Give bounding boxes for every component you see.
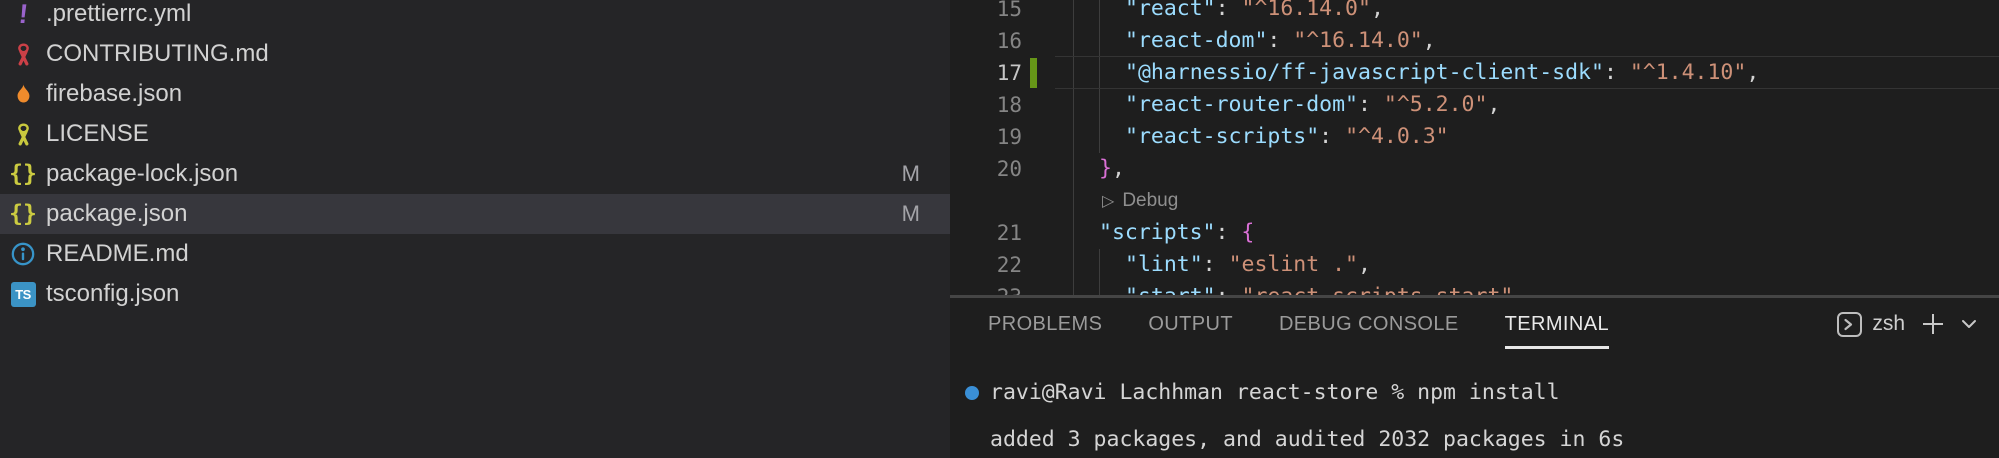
tab-terminal[interactable]: TERMINAL <box>1505 298 1609 350</box>
line-number: 22 <box>950 249 1022 281</box>
code-text: "start": "react-scripts start", <box>1125 281 1526 296</box>
codelens-debug-action[interactable]: ▷ Debug <box>1102 185 1999 217</box>
terminal-instance-zsh[interactable]: zsh <box>1836 311 1905 338</box>
new-terminal-button[interactable] <box>1919 310 1947 338</box>
braces-icon: {} <box>8 160 38 188</box>
line-number: 17 <box>950 57 1022 89</box>
tab-debug-console[interactable]: DEBUG CONSOLE <box>1279 298 1459 350</box>
code-line-21: 21 "scripts": { <box>950 217 1999 249</box>
ribbon-yellow-icon <box>8 120 38 148</box>
file-name: LICENSE <box>46 120 149 148</box>
terminal-panel[interactable]: PROBLEMS OUTPUT DEBUG CONSOLE TERMINAL zsh <box>950 298 1999 458</box>
panel-tab-bar: PROBLEMS OUTPUT DEBUG CONSOLE TERMINAL <box>988 298 1609 350</box>
file-row-package-lock-json[interactable]: {} package-lock.json M <box>0 154 950 194</box>
code-line-23: 23 "start": "react-scripts start", <box>950 281 1999 296</box>
tab-output[interactable]: OUTPUT <box>1148 298 1233 350</box>
file-explorer[interactable]: ! .prettierrc.yml CONTRIBUTING.md firebas… <box>0 0 950 458</box>
play-outline-icon: ▷ <box>1102 193 1114 210</box>
file-row-license[interactable]: LICENSE <box>0 114 950 154</box>
file-row-contributing-md[interactable]: CONTRIBUTING.md <box>0 34 950 74</box>
file-row-firebase-json[interactable]: firebase.json <box>0 74 950 114</box>
typescript-icon: TS <box>8 280 38 308</box>
prettier-icon: ! <box>8 0 38 28</box>
git-modified-badge: M <box>902 161 920 187</box>
code-line-17: 17 "@harnessio/ff-javascript-client-sdk":… <box>950 57 1999 89</box>
flame-icon <box>8 80 38 108</box>
line-number: 16 <box>950 25 1022 57</box>
code-text: "scripts": { <box>1099 217 1254 249</box>
line-number: 19 <box>950 121 1022 153</box>
code-text: "react-scripts": "^4.0.3" <box>1125 121 1449 153</box>
code-text: "@harnessio/ff-javascript-client-sdk": "… <box>1125 57 1759 89</box>
file-row-prettierrc-yml[interactable]: ! .prettierrc.yml <box>0 0 950 34</box>
code-line-18: 18 "react-router-dom": "^5.2.0", <box>950 89 1999 121</box>
code-text: "lint": "eslint .", <box>1125 249 1371 281</box>
file-row-readme-md[interactable]: README.md <box>0 234 950 274</box>
file-row-tsconfig-json[interactable]: TS tsconfig.json <box>0 274 950 314</box>
panel-actions: zsh <box>1836 298 1977 350</box>
command-decoration-dot[interactable] <box>965 386 979 400</box>
code-text: }, <box>1099 153 1125 185</box>
codelens-label: Debug <box>1122 190 1178 211</box>
file-name: README.md <box>46 240 189 268</box>
terminal-profile-dropdown[interactable] <box>1961 318 1977 330</box>
code-line-22: 22 "lint": "eslint .", <box>950 249 1999 281</box>
info-icon <box>8 240 38 268</box>
terminal-line: ravi@Ravi Lachhman react-store % npm ins… <box>990 377 1999 409</box>
code-line-20: 20}, <box>950 153 1999 185</box>
code-text: "react-dom": "^16.14.0", <box>1125 25 1436 57</box>
git-modified-badge: M <box>902 201 920 227</box>
file-name: package.json <box>46 200 187 228</box>
terminal-line: added 3 packages, and audited 2032 packa… <box>990 424 1999 456</box>
file-name: .prettierrc.yml <box>46 0 191 28</box>
line-number: 15 <box>950 0 1022 25</box>
line-number: 23 <box>950 281 1022 296</box>
code-editor[interactable]: 15 "react": "^16.14.0", 16 "react-dom": "^1… <box>950 0 1999 296</box>
file-row-package-json[interactable]: {} package.json M <box>0 194 950 234</box>
vscode-window: ! .prettierrc.yml CONTRIBUTING.md firebas… <box>0 0 1999 458</box>
code-line-16: 16 "react-dom": "^16.14.0", <box>950 25 1999 57</box>
terminal-shell-icon <box>1836 311 1863 338</box>
shell-label: zsh <box>1872 312 1905 336</box>
file-name: CONTRIBUTING.md <box>46 40 269 68</box>
code-text: "react-router-dom": "^5.2.0", <box>1125 89 1500 121</box>
braces-icon: {} <box>8 200 38 228</box>
line-number: 18 <box>950 89 1022 121</box>
code-line-19: 19 "react-scripts": "^4.0.3" <box>950 121 1999 153</box>
line-number: 20 <box>950 153 1022 185</box>
file-name: firebase.json <box>46 80 182 108</box>
tab-problems[interactable]: PROBLEMS <box>988 298 1102 350</box>
code-line-15: 15 "react": "^16.14.0", <box>950 0 1999 25</box>
line-number: 21 <box>950 217 1022 249</box>
file-name: tsconfig.json <box>46 280 179 308</box>
ribbon-red-icon <box>8 40 38 68</box>
file-name: package-lock.json <box>46 160 238 188</box>
gutter-modified-marker <box>1030 58 1037 88</box>
code-text: "react": "^16.14.0", <box>1125 0 1384 25</box>
